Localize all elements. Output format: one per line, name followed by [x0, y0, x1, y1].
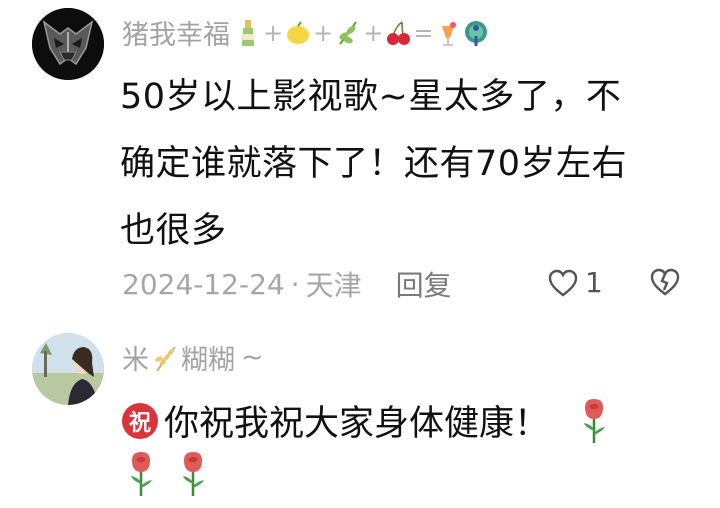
comment-text: 祝 你祝我祝大家身体健康！: [122, 395, 609, 446]
comment-location: 天津: [305, 269, 362, 302]
username-tilde: ~: [241, 342, 264, 373]
like-count: 1: [585, 266, 603, 299]
username-text: 糊糊: [181, 345, 235, 376]
broken-heart-icon: [650, 268, 680, 296]
heart-icon: [548, 269, 578, 297]
comment-text-line: 也很多: [120, 211, 227, 251]
tropical-drink-icon: [442, 21, 457, 46]
comment-text-line: 你祝我祝大家身体健康！: [164, 404, 550, 444]
comment-text: 50岁以上影视歌~星太多了，不 确定谁就落下了！还有70岁左右 也很多: [120, 64, 680, 265]
champagne-bottle-icon: [242, 19, 254, 46]
plus-separator: +: [363, 18, 384, 47]
username[interactable]: 米 糊糊 ~: [122, 338, 264, 377]
rose-icon: [584, 398, 606, 443]
comment-item: 猪我幸福 + + + = 50岁以上影视歌~星太多了，不 确定谁就落下了！还有7…: [0, 0, 720, 320]
comment-text-line: 确定谁就落下了！还有70岁左右: [120, 144, 628, 184]
wheat-icon: [155, 345, 176, 372]
lemon-icon: [287, 20, 310, 44]
comment-item: 米 糊糊 ~ 祝 你祝我祝大家身体健康！: [0, 320, 720, 508]
plus-separator: +: [263, 18, 284, 47]
comment-meta: 2024-12-24 · 天津 回复: [122, 264, 452, 304]
username-text: 猪我幸福: [122, 20, 230, 51]
plus-separator: +: [313, 18, 334, 47]
comment-text-line: 50岁以上影视歌~星太多了，不: [120, 77, 622, 117]
username-text: 米: [122, 345, 149, 376]
reply-button[interactable]: 回复: [396, 264, 452, 304]
avatar[interactable]: [32, 8, 104, 80]
rose-icon: [183, 452, 204, 496]
rose-icon: [131, 452, 152, 496]
person-photo-avatar-image: [32, 333, 104, 405]
dislike-button[interactable]: [648, 266, 682, 302]
robot-mask-avatar-image: [32, 8, 104, 80]
meta-dot: ·: [290, 267, 300, 301]
comment-date: 2024-12-24: [122, 267, 285, 301]
cherries-icon: [387, 20, 411, 45]
blessing-badge-icon: 祝: [122, 402, 158, 439]
peacock-icon: [465, 20, 488, 46]
avatar[interactable]: [32, 333, 104, 405]
herb-icon: [339, 20, 358, 45]
username[interactable]: 猪我幸福 + + + =: [122, 13, 490, 52]
equals-separator: =: [413, 18, 434, 47]
emoji-row: [126, 450, 208, 498]
like-button[interactable]: 1: [547, 266, 603, 299]
